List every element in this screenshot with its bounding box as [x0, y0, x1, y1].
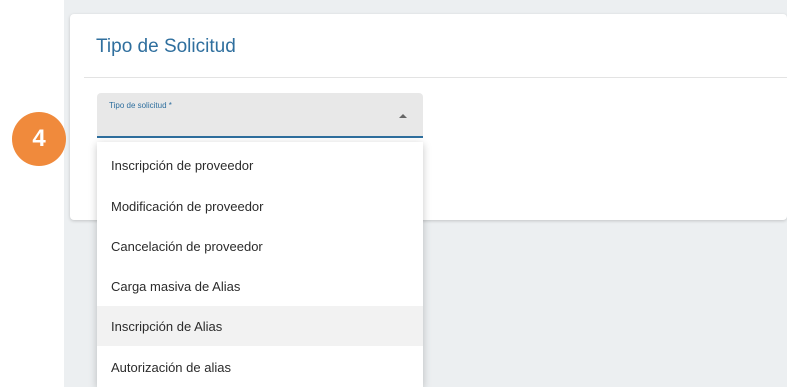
option-autorizacion-alias[interactable]: Autorización de alias: [97, 347, 423, 387]
request-type-dropdown: Inscripción de proveedor Modificación de…: [97, 142, 423, 387]
option-cancelacion-proveedor[interactable]: Cancelación de proveedor: [97, 226, 423, 266]
step-number-badge: 4: [12, 112, 66, 166]
request-type-select[interactable]: Tipo de solicitud *: [97, 93, 423, 138]
option-modificacion-proveedor[interactable]: Modificación de proveedor: [97, 186, 423, 226]
option-carga-masiva-alias[interactable]: Carga masiva de Alias: [97, 266, 423, 306]
option-inscripcion-proveedor[interactable]: Inscripción de proveedor: [97, 145, 423, 185]
request-type-select-label: Tipo de solicitud *: [109, 101, 172, 110]
arrow-up-icon: [399, 114, 407, 118]
card-divider: [84, 77, 787, 78]
option-inscripcion-alias[interactable]: Inscripción de Alias: [97, 306, 423, 346]
card-title: Tipo de Solicitud: [96, 36, 236, 57]
